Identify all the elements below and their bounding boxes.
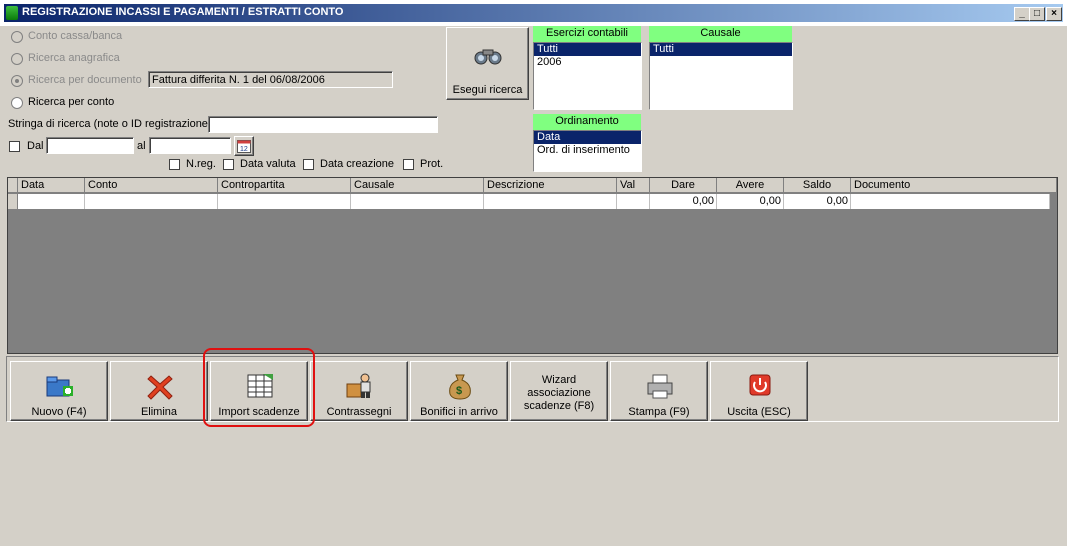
dal-label: Dal [27, 140, 44, 152]
cell-data[interactable] [18, 194, 85, 209]
label-conto-cassa: Conto cassa/banca [28, 30, 123, 42]
cell-contropartita[interactable] [218, 194, 351, 209]
contrassegni-button[interactable]: Contrassegni [310, 361, 408, 421]
cell-causale[interactable] [351, 194, 484, 209]
wizard-label-line1: Wizard [541, 374, 577, 386]
money-bag-icon: $ [449, 374, 471, 400]
radio-ricerca-conto[interactable] [11, 97, 23, 109]
grid-corner [8, 178, 18, 193]
al-date-input[interactable] [149, 137, 231, 154]
cell-saldo[interactable]: 0,00 [784, 194, 851, 209]
elimina-button[interactable]: Elimina [110, 361, 208, 421]
new-folder-icon [46, 376, 73, 397]
delete-x-icon [147, 375, 173, 400]
nuovo-label: Nuovo (F4) [31, 406, 87, 418]
prot-label: Prot. [420, 158, 444, 170]
cell-documento[interactable] [851, 194, 1050, 209]
title-bar: REGISTRAZIONE INCASSI E PAGAMENTI / ESTR… [0, 0, 1067, 26]
courier-icon [346, 373, 371, 398]
grid-header-val[interactable]: Val [617, 178, 650, 193]
elimina-label: Elimina [140, 406, 178, 418]
ordinamento-header: Ordinamento [533, 114, 641, 130]
data-creazione-label: Data creazione [320, 158, 394, 170]
svg-text:12: 12 [240, 146, 248, 153]
esegui-ricerca-button[interactable]: Esegui ricerca [446, 27, 529, 100]
cell-descrizione[interactable] [484, 194, 617, 209]
printer-icon [647, 374, 673, 399]
nreg-label: N.reg. [186, 158, 216, 170]
contrassegni-label: Contrassegni [326, 406, 392, 418]
dal-date-input[interactable] [46, 137, 134, 154]
bonifici-label: Bonifici in arrivo [420, 406, 498, 418]
binoculars-icon [474, 49, 502, 65]
uscita-button[interactable]: Uscita (ESC) [710, 361, 808, 421]
action-toolbar: Nuovo (F4) Elimina Import scadenze Contr… [6, 356, 1059, 422]
app-icon [6, 6, 18, 20]
nuovo-button[interactable]: Nuovo (F4) [10, 361, 108, 421]
dal-checkbox[interactable] [9, 141, 20, 152]
svg-text:$: $ [456, 385, 462, 397]
grid-header-documento[interactable]: Documento [851, 178, 1057, 193]
data-creazione-checkbox[interactable] [303, 159, 314, 170]
ordinamento-item-inserimento[interactable]: Ord. di inserimento [534, 144, 641, 157]
uscita-label: Uscita (ESC) [727, 406, 791, 418]
grid-header-data[interactable]: Data [18, 178, 85, 193]
stampa-button[interactable]: Stampa (F9) [610, 361, 708, 421]
search-string-label: Stringa di ricerca (note o ID registrazi… [8, 118, 212, 130]
close-button[interactable]: × [1046, 7, 1062, 21]
ordinamento-item-data[interactable]: Data [534, 131, 641, 144]
label-ricerca-conto: Ricerca per conto [28, 96, 115, 108]
grid-header-conto[interactable]: Conto [85, 178, 218, 193]
calendar-button[interactable]: 12 [234, 136, 254, 156]
highlight-annotation [203, 348, 315, 427]
cell-dare[interactable]: 0,00 [650, 194, 717, 209]
causale-list[interactable]: Tutti [649, 42, 793, 110]
cell-avere[interactable]: 0,00 [717, 194, 784, 209]
ordinamento-list[interactable]: Data Ord. di inserimento [533, 130, 642, 172]
label-ricerca-documento: Ricerca per documento [28, 74, 142, 86]
power-icon [749, 374, 771, 396]
calendar-icon: 12 [237, 140, 251, 153]
nreg-checkbox[interactable] [169, 159, 180, 170]
cell-val[interactable] [617, 194, 650, 209]
stampa-label: Stampa (F9) [628, 406, 690, 418]
bonifici-button[interactable]: $ Bonifici in arrivo [410, 361, 508, 421]
esercizi-header: Esercizi contabili [533, 26, 641, 42]
esercizi-item-tutti[interactable]: Tutti [534, 43, 641, 56]
grid-header-avere[interactable]: Avere [717, 178, 784, 193]
radio-conto-cassa[interactable] [11, 31, 23, 43]
al-label: al [137, 140, 146, 152]
grid-header-causale[interactable]: Causale [351, 178, 484, 193]
wizard-button[interactable]: Wizard associazione scadenze (F8) [510, 361, 608, 421]
data-valuta-label: Data valuta [240, 158, 296, 170]
radio-ricerca-anagrafica[interactable] [11, 53, 23, 65]
esegui-ricerca-label: Esegui ricerca [452, 84, 523, 96]
wizard-label-line2: associazione [527, 387, 591, 399]
grid-header-contropartita[interactable]: Contropartita [218, 178, 351, 193]
row-selector[interactable] [8, 194, 18, 209]
movements-grid[interactable]: Data Conto Contropartita Causale Descriz… [7, 177, 1058, 354]
minimize-button[interactable]: _ [1014, 7, 1030, 21]
wizard-label-line3: scadenze (F8) [523, 400, 595, 412]
prot-checkbox[interactable] [403, 159, 414, 170]
causale-item-tutti[interactable]: Tutti [650, 43, 792, 56]
restore-button[interactable]: □ [1029, 7, 1045, 21]
data-valuta-checkbox[interactable] [223, 159, 234, 170]
grid-header-descrizione[interactable]: Descrizione [484, 178, 617, 193]
label-ricerca-anagrafica: Ricerca anagrafica [28, 52, 120, 64]
grid-header-saldo[interactable]: Saldo [784, 178, 851, 193]
causale-header: Causale [649, 26, 792, 42]
radio-ricerca-documento[interactable] [11, 75, 23, 87]
search-input[interactable] [208, 116, 438, 133]
esercizi-list[interactable]: Tutti 2006 [533, 42, 642, 110]
window-title: REGISTRAZIONE INCASSI E PAGAMENTI / ESTR… [22, 6, 344, 18]
documento-field: Fattura differita N. 1 del 06/08/2006 [148, 71, 393, 88]
esercizi-item-2006[interactable]: 2006 [534, 56, 641, 69]
cell-conto[interactable] [85, 194, 218, 209]
grid-header-dare[interactable]: Dare [650, 178, 717, 193]
